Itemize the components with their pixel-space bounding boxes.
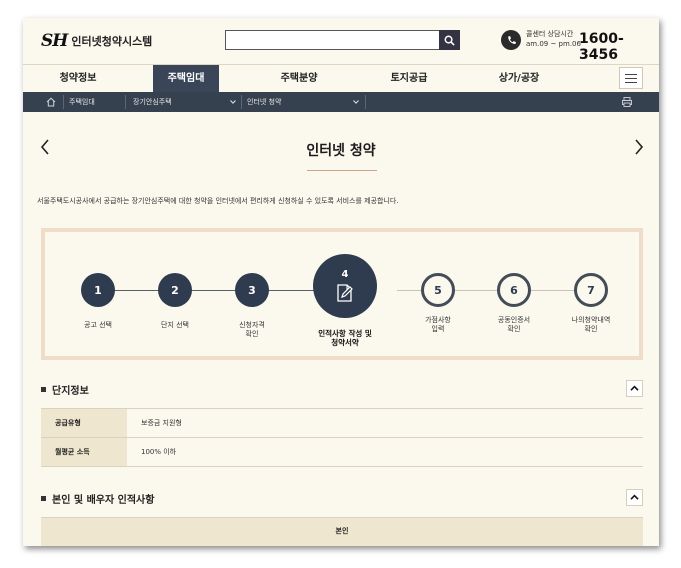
home-icon[interactable] [45, 96, 57, 108]
step-3-label-line1: 신청자격 [239, 321, 265, 329]
logo-mark: SH [41, 31, 68, 51]
nav-item-info[interactable]: 청약정보 [23, 65, 133, 93]
row-label-supply-type: 공급유형 [41, 409, 127, 437]
step-3-label-line2: 확인 [245, 330, 259, 338]
collapse-section-button[interactable] [626, 380, 643, 397]
chevron-down-icon[interactable] [353, 99, 359, 105]
step-2-label: 단지 선택 [135, 321, 215, 330]
step-5-label: 가점사항 입력 [398, 316, 478, 334]
logo-text: 인터넷청약시스템 [71, 35, 153, 48]
section-bullet-icon [41, 387, 46, 392]
call-label-line2: am.09 ~ pm.06 [526, 40, 581, 48]
complex-info-table: 공급유형 보증금 지원형 월평균 소득 100% 이하 [41, 408, 643, 467]
step-4-number: 4 [341, 268, 349, 280]
header: SH 인터넷청약시스템 콜센터 상담시간 am.09 ~ pm.06 1600-… [23, 18, 659, 64]
step-4-circle: 4 [313, 254, 377, 318]
breadcrumb-item-internet-apply[interactable]: 인터넷 청약 [247, 92, 281, 112]
print-icon[interactable] [621, 96, 633, 108]
row-label-income: 월평균 소득 [41, 438, 127, 466]
nav-item-land[interactable]: 토지공급 [359, 65, 459, 93]
search-input[interactable] [225, 30, 460, 50]
breadcrumb-item-rental[interactable]: 주택임대 [69, 92, 95, 112]
next-arrow-icon[interactable] [633, 138, 645, 156]
hamburger-menu-icon[interactable] [619, 67, 643, 89]
main-nav: 청약정보 주택임대 주택분양 토지공급 상가/공장 [23, 64, 659, 93]
table-row: 월평균 소득 100% 이하 [41, 438, 643, 467]
page-frame: SH 인터넷청약시스템 콜센터 상담시간 am.09 ~ pm.06 1600-… [23, 18, 659, 546]
chevron-up-icon [630, 494, 639, 500]
section-personal-info-title: 본인 및 배우자 인적사항 [41, 491, 154, 506]
step-5-circle: 5 [421, 273, 455, 307]
chevron-down-icon[interactable] [230, 99, 236, 105]
breadcrumb-item-long-term[interactable]: 장기안심주택 [133, 92, 172, 112]
step-1-circle: 1 [81, 273, 115, 307]
step-3-circle: 3 [235, 273, 269, 307]
step-4-label-line2: 청약서약 [331, 338, 359, 347]
call-number: 1600-3456 [579, 31, 624, 63]
step-1-label-line1: 공고 선택 [84, 321, 112, 329]
call-center-hours: 콜센터 상담시간 am.09 ~ pm.06 [526, 29, 581, 49]
step-6-label: 공동인증서 확인 [474, 316, 554, 334]
step-3-label: 신청자격 확인 [212, 321, 292, 339]
collapse-section-button[interactable] [626, 489, 643, 506]
section-complex-info-label: 단지정보 [52, 386, 89, 397]
step-6-circle: 6 [497, 273, 531, 307]
step-7-label-line1: 나의청약내역 [571, 316, 611, 324]
search-icon [444, 35, 455, 46]
search-button[interactable] [439, 30, 460, 50]
page-title: 인터넷 청약 [306, 143, 376, 159]
table-row: 공급유형 보증금 지원형 [41, 409, 643, 438]
step-4-label: 인적사항 작성 및 청약서약 [305, 329, 385, 347]
phone-icon [501, 30, 521, 50]
step-4-label-line1: 인적사항 작성 및 [318, 329, 372, 338]
edit-document-icon [337, 283, 353, 302]
chevron-up-icon [630, 385, 639, 391]
applicant-table-header: 본인 [41, 517, 643, 546]
section-complex-info-title: 단지정보 [41, 382, 89, 397]
step-6-label-line2: 확인 [507, 325, 521, 333]
title-underline [307, 170, 377, 171]
nav-item-sale[interactable]: 주택분양 [249, 65, 349, 93]
step-1-label: 공고 선택 [58, 321, 138, 330]
section-bullet-icon [41, 496, 46, 501]
step-5-label-line1: 가점사항 [425, 316, 451, 324]
step-5-label-line2: 입력 [431, 325, 445, 333]
step-2-circle: 2 [158, 273, 192, 307]
nav-item-commercial[interactable]: 상가/공장 [469, 65, 569, 93]
step-7-label-line2: 확인 [584, 325, 598, 333]
step-7-label: 나의청약내역 확인 [551, 316, 631, 334]
call-label-line1: 콜센터 상담시간 [526, 30, 574, 38]
breadcrumb: 주택임대 장기안심주택 인터넷 청약 [23, 92, 659, 112]
row-value-supply-type: 보증금 지원형 [127, 409, 643, 437]
step-progress: 1 공고 선택 2 단지 선택 3 신청자격 확인 4 인적사항 작성 및 청약… [41, 228, 643, 360]
step-2-label-line1: 단지 선택 [161, 321, 189, 329]
row-value-income: 100% 이하 [127, 438, 643, 466]
step-6-label-line1: 공동인증서 [497, 316, 531, 324]
nav-item-rental[interactable]: 주택임대 [153, 65, 219, 93]
step-7-circle: 7 [574, 273, 608, 307]
section-personal-info-label: 본인 및 배우자 인적사항 [52, 495, 155, 506]
logo[interactable]: SH 인터넷청약시스템 [41, 31, 152, 51]
intro-text: 서울주택도시공사에서 공급하는 장기안심주택에 대한 청약을 인터넷에서 편리하… [37, 197, 399, 205]
